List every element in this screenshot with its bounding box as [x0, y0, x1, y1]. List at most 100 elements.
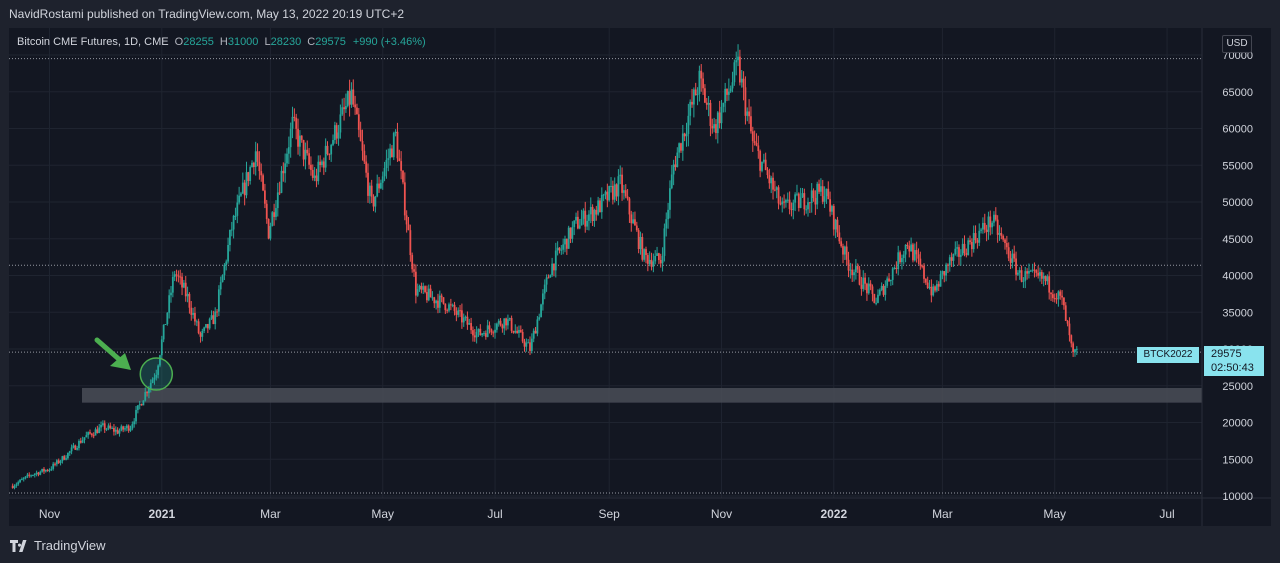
- candle: [59, 459, 62, 466]
- candle: [762, 153, 765, 164]
- time-axis-label: Sep: [599, 507, 621, 521]
- candle: [1042, 272, 1045, 287]
- candle: [956, 241, 959, 257]
- tradingview-brand[interactable]: TradingView: [10, 538, 106, 553]
- candle: [602, 193, 605, 202]
- candle: [899, 250, 901, 264]
- candle: [722, 102, 725, 113]
- candle: [757, 135, 760, 159]
- candle: [1074, 349, 1076, 357]
- chart-pane[interactable]: 1000015000200002500030000350004000045000…: [9, 28, 1271, 526]
- currency-button[interactable]: USD: [1222, 35, 1252, 53]
- candle: [431, 291, 434, 301]
- candle: [271, 210, 274, 227]
- candle: [1061, 290, 1063, 305]
- candle: [645, 246, 647, 264]
- candle: [306, 140, 309, 156]
- candle: [284, 153, 287, 183]
- candle: [505, 317, 507, 331]
- candle: [908, 240, 911, 258]
- price-axis-label: 40000: [1222, 271, 1253, 283]
- candle: [427, 284, 430, 302]
- candle: [525, 338, 528, 352]
- candle: [354, 95, 357, 115]
- candle: [414, 264, 417, 304]
- price-chart[interactable]: 1000015000200002500030000350004000045000…: [9, 28, 1271, 526]
- candle: [1066, 319, 1069, 327]
- candle: [681, 124, 684, 161]
- candle: [310, 156, 312, 176]
- symbol-title[interactable]: Bitcoin CME Futures, 1D, CME: [17, 36, 169, 48]
- price-axis-label: 55000: [1222, 160, 1253, 172]
- candle: [978, 223, 981, 247]
- candle: [74, 444, 77, 451]
- candle: [969, 235, 971, 245]
- candle: [549, 274, 552, 278]
- candle: [135, 405, 137, 425]
- candle: [564, 235, 566, 253]
- candle: [1020, 265, 1023, 283]
- candle: [540, 303, 542, 318]
- candle: [829, 191, 832, 217]
- candle: [536, 315, 539, 337]
- candle: [672, 159, 675, 186]
- candle: [300, 135, 303, 143]
- candle: [15, 482, 18, 488]
- candle: [420, 282, 423, 294]
- candle: [967, 237, 970, 256]
- candle: [867, 277, 870, 295]
- candle: [387, 148, 390, 172]
- candle: [801, 187, 804, 198]
- candle: [424, 285, 426, 294]
- candle: [457, 307, 460, 318]
- candle: [926, 276, 929, 289]
- candle: [534, 326, 537, 334]
- candle: [245, 161, 248, 199]
- candle: [341, 98, 344, 116]
- candle: [554, 242, 557, 278]
- candle: [676, 147, 679, 168]
- candle: [181, 272, 183, 296]
- candle: [234, 207, 237, 221]
- candle: [889, 279, 892, 286]
- candle: [492, 330, 495, 338]
- publisher-line: NavidRostami published on TradingView.co…: [9, 7, 404, 21]
- candle: [983, 213, 986, 234]
- candle: [851, 263, 854, 283]
- candle: [643, 248, 646, 262]
- candle: [495, 322, 498, 333]
- candle: [788, 191, 791, 215]
- change-value: +990 (+3.46%): [352, 36, 426, 48]
- time-axis-label: 2021: [148, 507, 175, 521]
- candle: [332, 134, 334, 147]
- candle: [479, 324, 482, 336]
- time-axis-label: May: [1043, 507, 1066, 521]
- candle: [521, 329, 524, 344]
- candle: [626, 188, 629, 201]
- candle: [779, 196, 782, 206]
- candle: [429, 284, 432, 298]
- candle: [455, 307, 458, 322]
- candle: [78, 439, 80, 451]
- candle: [753, 130, 756, 146]
- candle: [1009, 250, 1012, 270]
- candle: [1037, 265, 1040, 279]
- candle: [902, 250, 905, 265]
- candle: [361, 129, 364, 161]
- candle: [571, 221, 574, 243]
- candle: [1064, 302, 1067, 321]
- candle: [70, 444, 73, 455]
- candle: [52, 461, 55, 471]
- candle: [249, 165, 252, 185]
- candle: [877, 289, 879, 304]
- candle: [656, 246, 658, 256]
- candle: [440, 293, 443, 303]
- series-legend: Bitcoin CME Futures, 1D, CME O28255 H310…: [17, 36, 426, 48]
- candle: [623, 184, 625, 200]
- candle: [556, 241, 559, 256]
- candle: [884, 280, 887, 301]
- candle: [160, 335, 163, 359]
- candle: [30, 474, 32, 478]
- candle: [595, 205, 598, 221]
- candle: [98, 423, 101, 434]
